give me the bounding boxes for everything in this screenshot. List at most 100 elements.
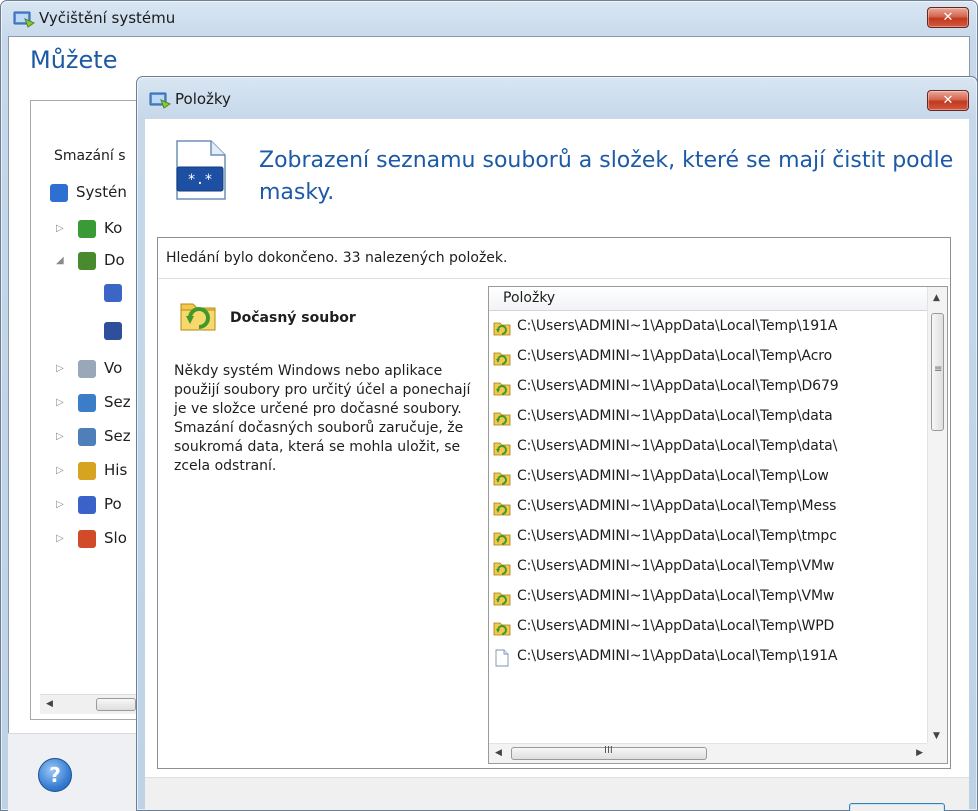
- dialog-titlebar[interactable]: Položky ✕: [137, 77, 977, 117]
- scroll-left-arrow-icon[interactable]: ◀: [495, 748, 502, 758]
- tree-item-label: Systén: [76, 183, 127, 201]
- temp-folder-icon: [493, 592, 511, 606]
- search-status: Hledání bylo dokončeno. 33 nalezených po…: [166, 250, 508, 266]
- dialog-close-button[interactable]: ✕: [927, 90, 969, 111]
- status-divider: [158, 278, 950, 279]
- list-hscrollbar[interactable]: ◀ III ▶: [489, 743, 929, 763]
- temp-file-icon: [180, 303, 216, 331]
- main-tree-hscrollbar[interactable]: ◀: [40, 694, 136, 714]
- tree-collapsed-arrow-icon[interactable]: ▷: [56, 397, 64, 408]
- list-item[interactable]: C:\Users\ADMINI~1\AppData\Local\Temp\191…: [489, 313, 929, 343]
- temp-folder-icon: [493, 532, 511, 546]
- file-icon: [495, 649, 509, 667]
- grip-icon: ≡: [934, 364, 943, 375]
- tree-collapsed-arrow-icon[interactable]: ▷: [56, 465, 64, 476]
- scroll-right-arrow-icon[interactable]: ▶: [916, 748, 923, 758]
- column-header-items[interactable]: Položky: [489, 287, 929, 311]
- system-cleanup-icon: [13, 11, 35, 28]
- items-rows: C:\Users\ADMINI~1\AppData\Local\Temp\191…: [489, 313, 929, 673]
- temp-folder-icon: [493, 622, 511, 636]
- list-item[interactable]: C:\Users\ADMINI~1\AppData\Local\Temp\VMw: [489, 553, 929, 583]
- main-heading: Můžete: [30, 46, 118, 74]
- network-places-icon: [78, 496, 96, 514]
- tree-collapsed-arrow-icon[interactable]: ▷: [56, 431, 64, 442]
- file-mask-small-icon[interactable]: [104, 322, 122, 340]
- tree-collapsed-arrow-icon[interactable]: ▷: [56, 533, 64, 544]
- tree-expanded-arrow-icon[interactable]: ◢: [56, 255, 64, 266]
- item-type-description: Někdy systém Windows nebo aplikace použi…: [174, 363, 471, 474]
- temp-folder-icon: [493, 502, 511, 516]
- list-item[interactable]: C:\Users\ADMINI~1\AppData\Local\Temp\WPD: [489, 613, 929, 643]
- list-item-path: C:\Users\ADMINI~1\AppData\Local\Temp\tmp…: [517, 528, 837, 544]
- temp-folder-icon: [493, 442, 511, 456]
- items-dialog-icon: [149, 92, 171, 109]
- scroll-corner: [927, 743, 947, 763]
- main-window-title: Vyčištění systému: [39, 9, 176, 27]
- list-vscrollbar[interactable]: ▲ ≡ ▼: [927, 287, 947, 745]
- temp-folder-icon: [493, 322, 511, 336]
- tree-item-label: Sez: [104, 393, 131, 411]
- scroll-down-arrow-icon[interactable]: ▼: [933, 731, 940, 741]
- list-item[interactable]: C:\Users\ADMINI~1\AppData\Local\Temp\dat…: [489, 403, 929, 433]
- list-item[interactable]: C:\Users\ADMINI~1\AppData\Local\Temp\dat…: [489, 433, 929, 463]
- tree-collapsed-arrow-icon[interactable]: ▷: [56, 499, 64, 510]
- drive-icon: [78, 360, 96, 378]
- tree-item-label: Po: [104, 495, 122, 513]
- scroll-up-arrow-icon[interactable]: ▲: [933, 293, 940, 303]
- list-item-path: C:\Users\ADMINI~1\AppData\Local\Temp\Acr…: [517, 348, 833, 364]
- results-box: Hledání bylo dokončeno. 33 nalezených po…: [157, 237, 951, 769]
- help-button[interactable]: ?: [38, 758, 72, 792]
- tree-item-label: Ko: [104, 219, 123, 237]
- list-item-path: C:\Users\ADMINI~1\AppData\Local\Temp\dat…: [517, 438, 838, 454]
- dialog-client-area: *.* Zobrazení seznamu souborů a složek, …: [145, 119, 969, 811]
- mask-text: *.*: [187, 172, 212, 188]
- main-titlebar[interactable]: Vyčištění systému ✕: [1, 1, 977, 37]
- main-hscroll-thumb[interactable]: [96, 698, 136, 711]
- list-item-path: C:\Users\ADMINI~1\AppData\Local\Temp\D67…: [517, 378, 839, 394]
- calendar-icon[interactable]: [104, 284, 122, 302]
- dialog-footer: [145, 777, 969, 810]
- temp-folder-icon: [493, 382, 511, 396]
- tree-caption: Smazání s: [54, 148, 126, 164]
- list-item-path: C:\Users\ADMINI~1\AppData\Local\Temp\VMw: [517, 588, 835, 604]
- list-item-path: C:\Users\ADMINI~1\AppData\Local\Temp\dat…: [517, 408, 833, 424]
- tree-collapsed-arrow-icon[interactable]: ▷: [56, 363, 64, 374]
- list-item[interactable]: C:\Users\ADMINI~1\AppData\Local\Temp\D67…: [489, 373, 929, 403]
- list-item-path: C:\Users\ADMINI~1\AppData\Local\Temp\Low: [517, 468, 829, 484]
- list-item[interactable]: C:\Users\ADMINI~1\AppData\Local\Temp\Low: [489, 463, 929, 493]
- column-header-label: Položky: [503, 290, 556, 306]
- list-item-path: C:\Users\ADMINI~1\AppData\Local\Temp\191…: [517, 648, 838, 664]
- tree-item-label: Slo: [104, 529, 127, 547]
- grip-icon: III: [604, 745, 613, 756]
- list-item-path: C:\Users\ADMINI~1\AppData\Local\Temp\VMw: [517, 558, 835, 574]
- list-hscroll-thumb[interactable]: III: [511, 745, 707, 760]
- tree-item-label: His: [104, 461, 128, 479]
- list-vscroll-thumb[interactable]: ≡: [931, 313, 944, 431]
- list-item[interactable]: C:\Users\ADMINI~1\AppData\Local\Temp\Acr…: [489, 343, 929, 373]
- tree-item-label: Sez: [104, 427, 131, 445]
- recent-docs-icon: [78, 394, 96, 412]
- scroll-left-arrow-icon[interactable]: ◀: [46, 699, 53, 709]
- items-listview[interactable]: Položky C:\Users\ADMINI~1\AppData\Local\…: [488, 286, 948, 764]
- windows-flag-icon: [50, 184, 68, 202]
- tree-collapsed-arrow-icon[interactable]: ▷: [56, 223, 64, 234]
- temp-folder-icon: [493, 562, 511, 576]
- list-item[interactable]: C:\Users\ADMINI~1\AppData\Local\Temp\tmp…: [489, 523, 929, 553]
- list-item-path: C:\Users\ADMINI~1\AppData\Local\Temp\Mes…: [517, 498, 837, 514]
- file-mask-icon: *.*: [176, 140, 226, 200]
- list-item[interactable]: C:\Users\ADMINI~1\AppData\Local\Temp\Mes…: [489, 493, 929, 523]
- temp-files-icon: [78, 252, 96, 270]
- items-dialog: Položky ✕ *.* Zobrazení seznamu souborů …: [136, 76, 978, 811]
- folder-icon: [78, 530, 96, 548]
- list-item-path: C:\Users\ADMINI~1\AppData\Local\Temp\191…: [517, 318, 838, 334]
- list-item-path: C:\Users\ADMINI~1\AppData\Local\Temp\WPD: [517, 618, 835, 634]
- dialog-heading: Zobrazení seznamu souborů a složek, kter…: [259, 148, 954, 205]
- list-item[interactable]: C:\Users\ADMINI~1\AppData\Local\Temp\191…: [489, 643, 929, 673]
- tree-item-label: Vo: [104, 359, 123, 377]
- tree-item-label: Do: [104, 251, 125, 269]
- ok-button[interactable]: OK: [849, 803, 945, 811]
- temp-folder-icon: [493, 352, 511, 366]
- main-close-button[interactable]: ✕: [927, 7, 969, 28]
- dialog-title: Položky: [175, 90, 231, 108]
- list-item[interactable]: C:\Users\ADMINI~1\AppData\Local\Temp\VMw: [489, 583, 929, 613]
